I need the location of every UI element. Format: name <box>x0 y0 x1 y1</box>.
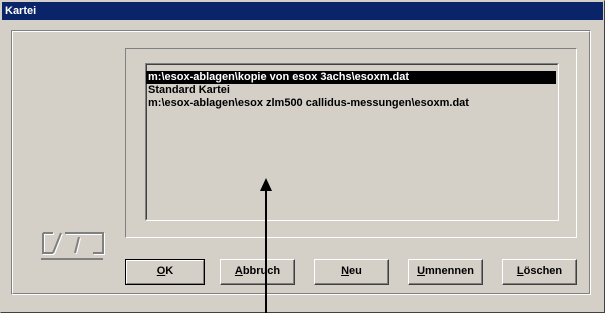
neu-mnemonic: N <box>341 265 350 277</box>
umnennen-label-rest: mnennen <box>425 265 474 277</box>
window-title: Kartei <box>5 5 37 17</box>
list-item[interactable]: m:\esox-ablagen\kopie von esox 3achs\eso… <box>146 71 556 84</box>
kartei-listbox[interactable]: m:\esox-ablagen\kopie von esox 3achs\eso… <box>145 63 559 221</box>
cursor-stem <box>265 190 267 313</box>
loeschen-label-rest: öschen <box>523 265 563 277</box>
list-item[interactable]: Standard Kartei <box>146 84 230 97</box>
loeschen-button[interactable]: Löschen <box>502 259 577 285</box>
loeschen-mnemonic: L <box>516 265 524 277</box>
umnennen-button[interactable]: Umnennen <box>408 259 483 285</box>
list-item[interactable]: m:\esox-ablagen\esox zlm500 callidus-mes… <box>146 97 469 110</box>
abbruch-label-rest: bbruch <box>242 265 281 277</box>
neu-button[interactable]: Neu <box>314 259 389 285</box>
kartei-dialog: Kartei m:\esox-ablagen\kopie von esox 3a… <box>0 0 605 313</box>
title-bar[interactable]: Kartei <box>2 2 603 20</box>
ok-mnemonic: O <box>156 265 166 277</box>
abbruch-button[interactable]: Abbruch <box>220 259 295 285</box>
neu-label-rest: eu <box>349 265 362 277</box>
ok-button[interactable]: OK <box>125 259 205 285</box>
kartei-logo-icon <box>41 232 105 260</box>
ok-label-rest: K <box>165 265 174 277</box>
umnennen-mnemonic: U <box>417 265 426 277</box>
abbruch-mnemonic: A <box>234 265 243 277</box>
